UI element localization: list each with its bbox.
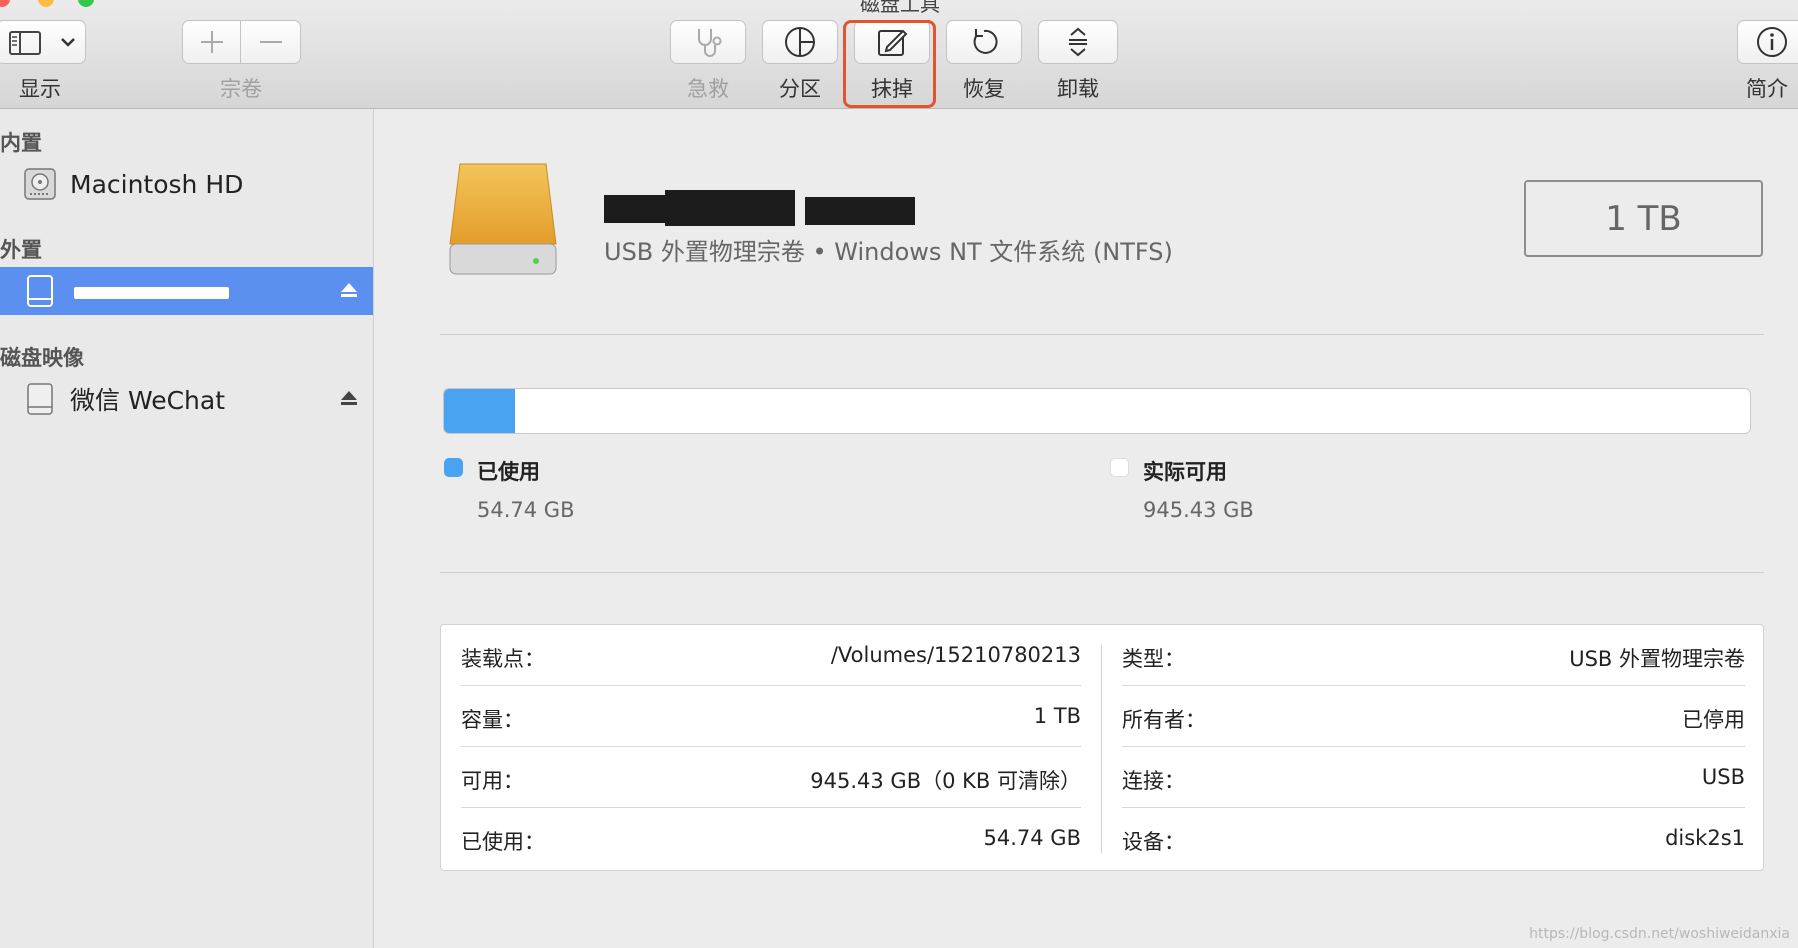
watermark: https://blog.csdn.net/woshiweidanxia bbox=[1529, 926, 1790, 942]
minimize-window-button[interactable] bbox=[38, 0, 54, 7]
info-label: 简介 bbox=[1746, 77, 1788, 101]
info-key: 所有者： bbox=[1122, 708, 1206, 732]
sidebar: 内置 Macintosh HD 外置 磁盘映像 微信 WeChat bbox=[0, 109, 374, 948]
sidebar-toggle-icon bbox=[9, 31, 75, 55]
sidebar-item-external-volume[interactable] bbox=[0, 267, 373, 315]
volume-subtitle: USB 外置物理宗卷 • Windows NT 文件系统 (NTFS) bbox=[604, 238, 1173, 266]
info-key: 可用： bbox=[461, 769, 524, 793]
partition-pie-icon bbox=[785, 27, 815, 57]
info-value: 945.43 GB（0 KB 可清除） bbox=[810, 769, 1081, 793]
info-value: USB bbox=[1701, 765, 1745, 789]
sidebar-item-label: Macintosh HD bbox=[70, 169, 244, 199]
window-title: 磁盘工具 bbox=[860, 0, 940, 16]
unmount-label: 卸载 bbox=[1057, 77, 1099, 101]
sidebar-item-wechat[interactable]: 微信 WeChat bbox=[0, 375, 373, 423]
view-label: 显示 bbox=[19, 77, 61, 101]
info-value: disk2s1 bbox=[1665, 826, 1745, 850]
legend-used-label: 已使用 bbox=[477, 460, 540, 484]
info-row-mount-point: 装载点： /Volumes/15210780213 bbox=[441, 625, 1101, 686]
sidebar-header-internal: 内置 bbox=[0, 131, 42, 155]
add-volume-button[interactable] bbox=[182, 20, 241, 64]
restore-label: 恢复 bbox=[963, 77, 1005, 101]
info-button[interactable] bbox=[1737, 20, 1798, 64]
info-icon bbox=[1757, 27, 1787, 57]
partition-button[interactable] bbox=[762, 20, 838, 64]
info-row-owners: 所有者： 已停用 bbox=[1102, 686, 1765, 747]
internal-disk-icon bbox=[24, 168, 56, 200]
sidebar-item-macintosh-hd[interactable]: Macintosh HD bbox=[0, 160, 373, 208]
sidebar-item-label: 微信 WeChat bbox=[70, 386, 226, 415]
eject-icon[interactable] bbox=[339, 280, 359, 300]
info-key: 装载点： bbox=[461, 647, 545, 671]
volume-size-box: 1 TB bbox=[1524, 180, 1763, 257]
volume-label: 宗卷 bbox=[220, 77, 262, 101]
info-value: 已停用 bbox=[1682, 708, 1745, 732]
info-key: 类型： bbox=[1122, 647, 1185, 671]
info-value: 1 TB bbox=[1033, 704, 1081, 728]
legend-available-value: 945.43 GB bbox=[1143, 498, 1254, 522]
disk-image-icon bbox=[27, 383, 53, 415]
info-key: 容量： bbox=[461, 708, 524, 732]
first-aid-button[interactable] bbox=[670, 20, 746, 64]
close-window-button[interactable] bbox=[0, 0, 10, 7]
zoom-window-button[interactable] bbox=[78, 0, 94, 7]
info-row-available: 可用： 945.43 GB（0 KB 可清除） bbox=[441, 747, 1101, 808]
restore-icon bbox=[973, 29, 998, 54]
volume-info-table: 装载点： /Volumes/15210780213 容量： 1 TB 可用： 9… bbox=[440, 624, 1764, 871]
info-row-device: 设备： disk2s1 bbox=[1102, 808, 1765, 869]
info-value: 54.74 GB bbox=[983, 826, 1081, 850]
volume-size: 1 TB bbox=[1605, 198, 1682, 239]
chevron-down-icon bbox=[61, 38, 75, 47]
legend-used-value: 54.74 GB bbox=[477, 498, 575, 522]
minus-icon bbox=[259, 41, 282, 43]
eject-icon[interactable] bbox=[339, 388, 359, 408]
info-key: 连接： bbox=[1122, 769, 1185, 793]
usage-bar-used-fill bbox=[444, 389, 516, 433]
divider-top bbox=[440, 334, 1764, 335]
external-drive-icon bbox=[449, 163, 557, 275]
toolbar: 磁盘工具 显示 宗卷 急救 分区 抹掉 恢复 卸载 简介 bbox=[0, 0, 1798, 109]
unmount-button[interactable] bbox=[1038, 20, 1118, 64]
info-value: /Volumes/15210780213 bbox=[830, 643, 1081, 667]
external-disk-icon bbox=[27, 275, 53, 307]
info-row-type: 类型： USB 外置物理宗卷 bbox=[1102, 625, 1765, 686]
remove-volume-button[interactable] bbox=[240, 20, 301, 64]
view-button[interactable] bbox=[0, 20, 86, 64]
sidebar-header-external: 外置 bbox=[0, 238, 42, 262]
info-row-capacity: 容量： 1 TB bbox=[441, 686, 1101, 747]
info-row-used: 已使用： 54.74 GB bbox=[441, 808, 1101, 869]
erase-highlight-box bbox=[843, 20, 936, 108]
info-key: 已使用： bbox=[461, 830, 545, 854]
legend-available-swatch bbox=[1110, 458, 1129, 477]
plus-icon bbox=[200, 31, 223, 53]
partition-label: 分区 bbox=[779, 77, 821, 101]
divider-bottom bbox=[440, 572, 1764, 573]
first-aid-label: 急救 bbox=[687, 77, 729, 101]
usage-bar bbox=[443, 388, 1751, 434]
restore-button[interactable] bbox=[946, 20, 1022, 64]
info-row-connection: 连接： USB bbox=[1102, 747, 1765, 808]
info-value: USB 外置物理宗卷 bbox=[1569, 647, 1745, 671]
redacted-name bbox=[74, 287, 229, 299]
legend-available-label: 实际可用 bbox=[1143, 460, 1227, 484]
stethoscope-icon bbox=[698, 29, 722, 57]
legend-used-swatch bbox=[444, 458, 463, 477]
unmount-icon bbox=[1069, 27, 1087, 57]
sidebar-header-disk-images: 磁盘映像 bbox=[0, 346, 84, 370]
info-key: 设备： bbox=[1122, 830, 1185, 854]
